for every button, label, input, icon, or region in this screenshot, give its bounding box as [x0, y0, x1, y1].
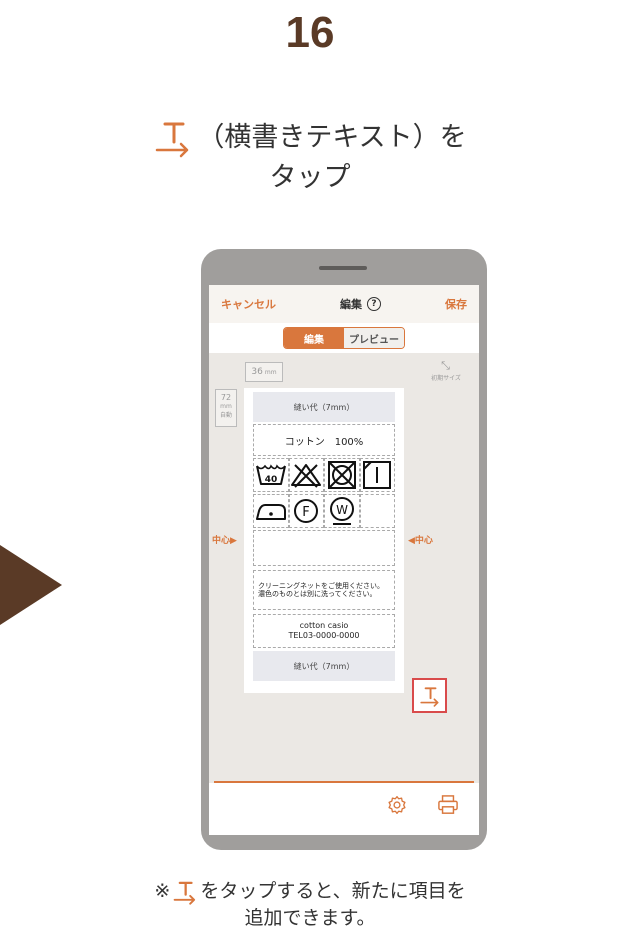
text-field-cotton[interactable]: コットン 100%: [253, 424, 395, 456]
help-icon[interactable]: ?: [367, 297, 381, 311]
horizontal-text-icon: [153, 118, 193, 158]
instruction-text-1: （横書きテキスト）を: [197, 122, 467, 153]
wash-40-icon[interactable]: 40: [253, 458, 289, 492]
center-marker-left: 中心▶: [212, 536, 237, 546]
horizontal-text-icon: [419, 686, 439, 707]
footnote: ※ をタップすると、新たに項目を 追加できます。: [0, 878, 620, 930]
contact-line-1: cotton casio: [299, 621, 349, 630]
phone-screen: キャンセル 編集 ? 保存 編集 プレビュー 36mm ⤡ 初期サイズ 72: [209, 285, 479, 835]
footnote-prefix: ※: [154, 880, 171, 902]
cancel-button[interactable]: キャンセル: [221, 296, 276, 312]
care-symbols-row-2: F W: [253, 494, 395, 528]
tab-preview[interactable]: プレビュー: [344, 328, 404, 348]
height-unit: mm: [220, 403, 232, 410]
iron-low-icon[interactable]: [253, 494, 289, 528]
no-tumble-dry-icon[interactable]: [324, 458, 360, 492]
height-auto: 自動: [219, 412, 232, 419]
instruction: （横書きテキスト）を タップ: [0, 118, 620, 198]
width-value: 36: [251, 367, 263, 377]
svg-text:W: W: [336, 503, 348, 517]
edit-canvas: 36 mm ⤡ 初期サイズ 72 mm 自動 中心▶ ◀中心 縫い代（7mm） コ…: [209, 353, 479, 783]
tabs-bar: 編集 プレビュー: [209, 323, 479, 353]
dry-clean-f-icon[interactable]: F: [288, 494, 324, 528]
wet-clean-w-icon[interactable]: W: [324, 494, 360, 528]
text-field-contact[interactable]: cotton casio TEL03-0000-0000: [253, 614, 395, 648]
phone-speaker: [319, 266, 367, 270]
add-horizontal-text-button[interactable]: [412, 678, 447, 713]
care-symbols-row-1: 40: [253, 458, 395, 492]
instruction-line1: （横書きテキスト）を: [0, 118, 620, 158]
line-dry-icon[interactable]: [359, 458, 395, 492]
contact-line-2: TEL03-0000-0000: [288, 631, 360, 640]
footnote-line1: ※ をタップすると、新たに項目を: [0, 878, 620, 905]
settings-gear-icon[interactable]: [387, 795, 407, 815]
app-header: キャンセル 編集 ? 保存: [209, 285, 479, 323]
tab-edit[interactable]: 編集: [284, 328, 344, 348]
footnote-text-1: をタップすると、新たに項目を: [200, 880, 466, 902]
svg-text:40: 40: [264, 475, 277, 485]
height-value: 72: [220, 393, 232, 402]
label-preview: 縫い代（7mm） コットン 100% 40 F W クリーニングネットをご使用く…: [244, 388, 404, 693]
no-bleach-icon[interactable]: [288, 458, 324, 492]
reset-size-button[interactable]: ⤡ 初期サイズ: [423, 359, 469, 382]
play-arrow-icon: [0, 545, 62, 625]
width-unit: mm: [264, 368, 277, 376]
phone-frame: キャンセル 編集 ? 保存 編集 プレビュー 36mm ⤡ 初期サイズ 72: [201, 249, 487, 850]
height-field[interactable]: 72 mm 自動: [215, 389, 237, 427]
seam-allowance-top: 縫い代（7mm）: [253, 392, 395, 422]
seam-allowance-bottom: 縫い代（7mm）: [253, 651, 395, 681]
center-marker-right: ◀中心: [408, 536, 433, 546]
shrink-icon: ⤡: [441, 359, 451, 372]
step-number: 16: [285, 8, 335, 57]
bottom-toolbar: [209, 783, 479, 835]
text-field-blank[interactable]: [253, 530, 395, 566]
mode-tabs: 編集 プレビュー: [283, 327, 405, 349]
reset-size-label: 初期サイズ: [431, 375, 461, 382]
svg-text:F: F: [303, 505, 310, 520]
header-title-text: 編集: [340, 298, 362, 311]
print-icon[interactable]: [437, 795, 459, 815]
empty-symbol-slot[interactable]: [359, 494, 395, 528]
instruction-text-2: タップ: [269, 162, 351, 193]
header-title: 編集 ?: [340, 296, 381, 312]
horizontal-text-icon: [172, 879, 198, 905]
footnote-text-2: 追加できます。: [244, 907, 376, 929]
text-field-care-note[interactable]: クリーニングネットをご使用ください。濃色のものとは別に洗ってください。: [253, 570, 395, 610]
save-button[interactable]: 保存: [445, 296, 467, 312]
width-field[interactable]: 36 mm: [245, 362, 283, 382]
